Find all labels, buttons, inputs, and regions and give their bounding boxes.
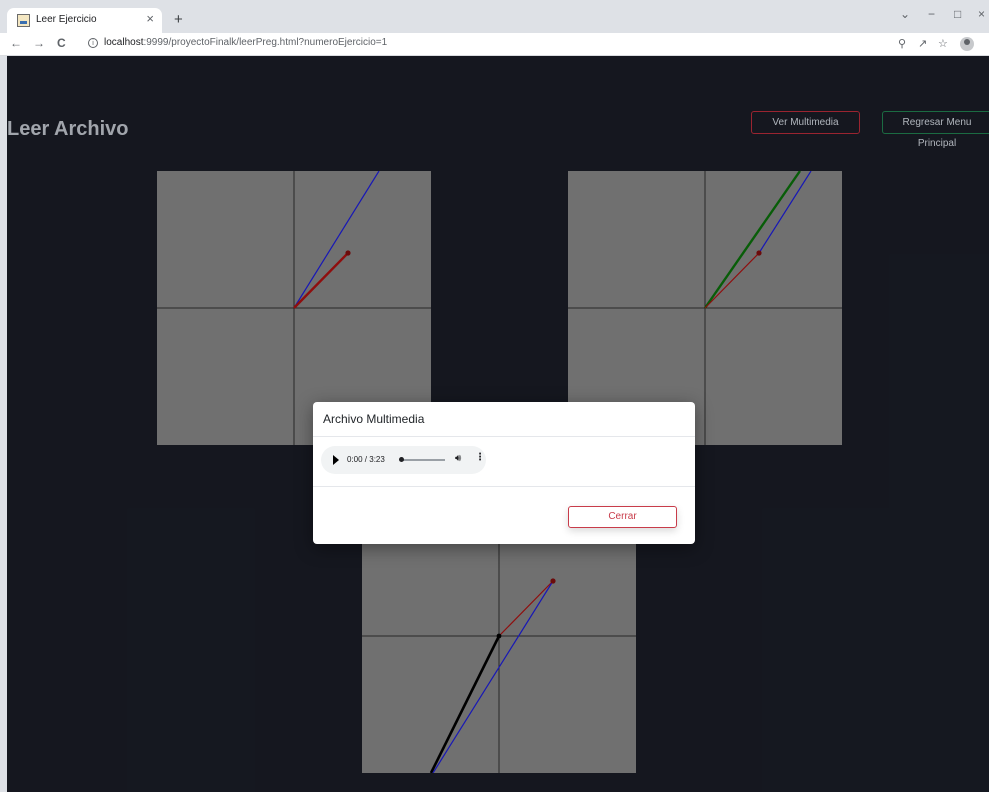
bookmark-star-icon[interactable]: ☆ — [938, 37, 948, 50]
forward-icon[interactable]: → — [33, 36, 45, 50]
audio-time: 0:00 / 3:23 — [347, 455, 385, 464]
play-icon[interactable] — [333, 455, 339, 465]
tab-strip: Leer Ejercicio × + ⌄ − □ × — [0, 0, 989, 33]
page-favicon-icon — [17, 14, 30, 27]
maximize-icon[interactable]: □ — [954, 7, 961, 21]
url-host: localhost — [104, 37, 144, 48]
audio-seek-slider[interactable] — [399, 457, 445, 462]
more-options-icon[interactable]: ⋮ — [475, 452, 485, 463]
modal-title: Archivo Multimedia — [323, 412, 425, 426]
modal-header-divider — [313, 436, 695, 437]
new-tab-icon[interactable]: + — [174, 11, 183, 28]
volume-icon[interactable]: 🔊︎ — [455, 453, 461, 464]
site-info-icon[interactable]: i — [88, 38, 98, 48]
multimedia-modal: Archivo Multimedia 0:00 / 3:23 🔊︎ ⋮ Cerr… — [313, 402, 695, 544]
zoom-icon[interactable]: ⚲ — [898, 37, 906, 50]
url-path: :9999/proyectoFinalk/leerPreg.html?numer… — [143, 37, 388, 48]
audio-player: 0:00 / 3:23 🔊︎ ⋮ — [321, 446, 486, 474]
browser-toolbar: ← → C i localhost:9999/proyectoFinalk/le… — [0, 33, 989, 56]
url-text: localhost:9999/proyectoFinalk/leerPreg.h… — [104, 37, 387, 48]
share-icon[interactable]: ↗ — [918, 37, 927, 50]
minimize-icon[interactable]: − — [928, 7, 935, 21]
cerrar-button[interactable]: Cerrar — [568, 506, 677, 528]
back-icon[interactable]: ← — [10, 36, 22, 50]
profile-avatar-icon[interactable] — [960, 37, 974, 51]
close-window-icon[interactable]: × — [978, 7, 985, 21]
tab-title: Leer Ejercicio — [36, 14, 97, 25]
close-tab-icon[interactable]: × — [146, 11, 154, 26]
tab-search-icon[interactable]: ⌄ — [900, 7, 910, 21]
address-bar[interactable]: i localhost:9999/proyectoFinalk/leerPreg… — [84, 35, 844, 53]
tab-leer-ejercicio[interactable]: Leer Ejercicio × — [7, 8, 162, 33]
reload-icon[interactable]: C — [57, 36, 66, 50]
page-content: Leer Archivo Ver Multimedia Regresar Men… — [7, 56, 989, 792]
browser-window: Leer Ejercicio × + ⌄ − □ × ← → C i local… — [0, 0, 989, 792]
modal-footer-divider — [313, 486, 695, 487]
